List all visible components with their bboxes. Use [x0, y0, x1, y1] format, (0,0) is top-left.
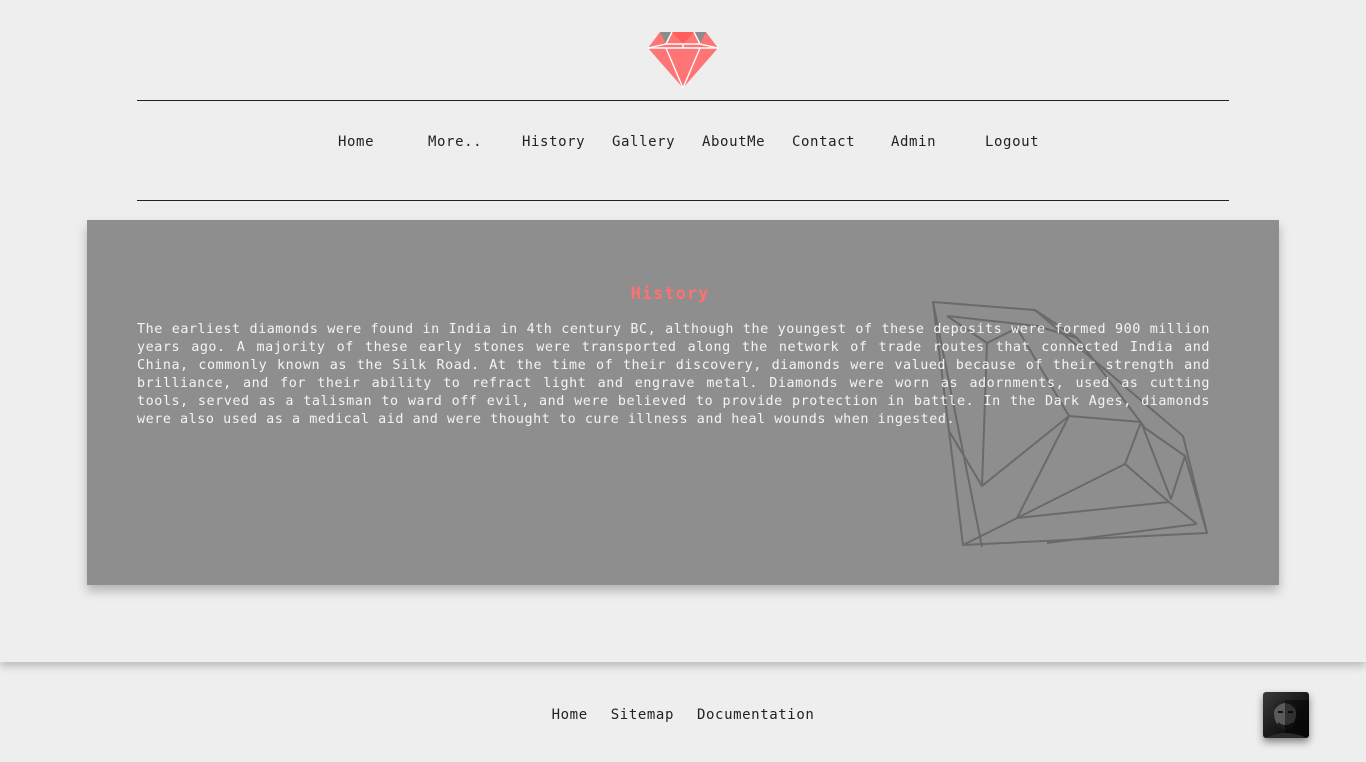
page-title: History — [630, 284, 710, 304]
nav-item-more[interactable]: More.. — [428, 134, 482, 150]
diamond-logo-icon[interactable] — [646, 30, 720, 90]
history-paragraph: The earliest diamonds were found in Indi… — [137, 322, 1210, 427]
footer-link-home[interactable]: Home — [552, 707, 588, 723]
nav-item-history[interactable]: History — [522, 134, 585, 150]
footer-link-sitemap[interactable]: Sitemap — [611, 707, 674, 723]
nav-item-home[interactable]: Home — [338, 134, 374, 150]
footer: Home Sitemap Documentation — [0, 662, 1366, 762]
nav-item-logout[interactable]: Logout — [985, 134, 1039, 150]
nav-item-gallery[interactable]: Gallery — [612, 134, 675, 150]
nav-item-aboutme[interactable]: AboutMe — [702, 134, 765, 150]
footer-links: Home Sitemap Documentation — [0, 707, 1366, 723]
avatar-portrait-icon — [1265, 700, 1309, 738]
history-panel: History The earliest diamonds were found… — [87, 220, 1279, 585]
header-divider-top — [137, 100, 1229, 101]
main-navigation: Home More.. History Gallery AboutMe Cont… — [0, 134, 1366, 156]
user-avatar[interactable] — [1263, 692, 1309, 738]
header-divider-bottom — [137, 200, 1229, 201]
nav-item-contact[interactable]: Contact — [792, 134, 855, 150]
footer-link-documentation[interactable]: Documentation — [697, 707, 814, 723]
nav-item-admin[interactable]: Admin — [891, 134, 936, 150]
page-body: Home More.. History Gallery AboutMe Cont… — [0, 0, 1366, 662]
